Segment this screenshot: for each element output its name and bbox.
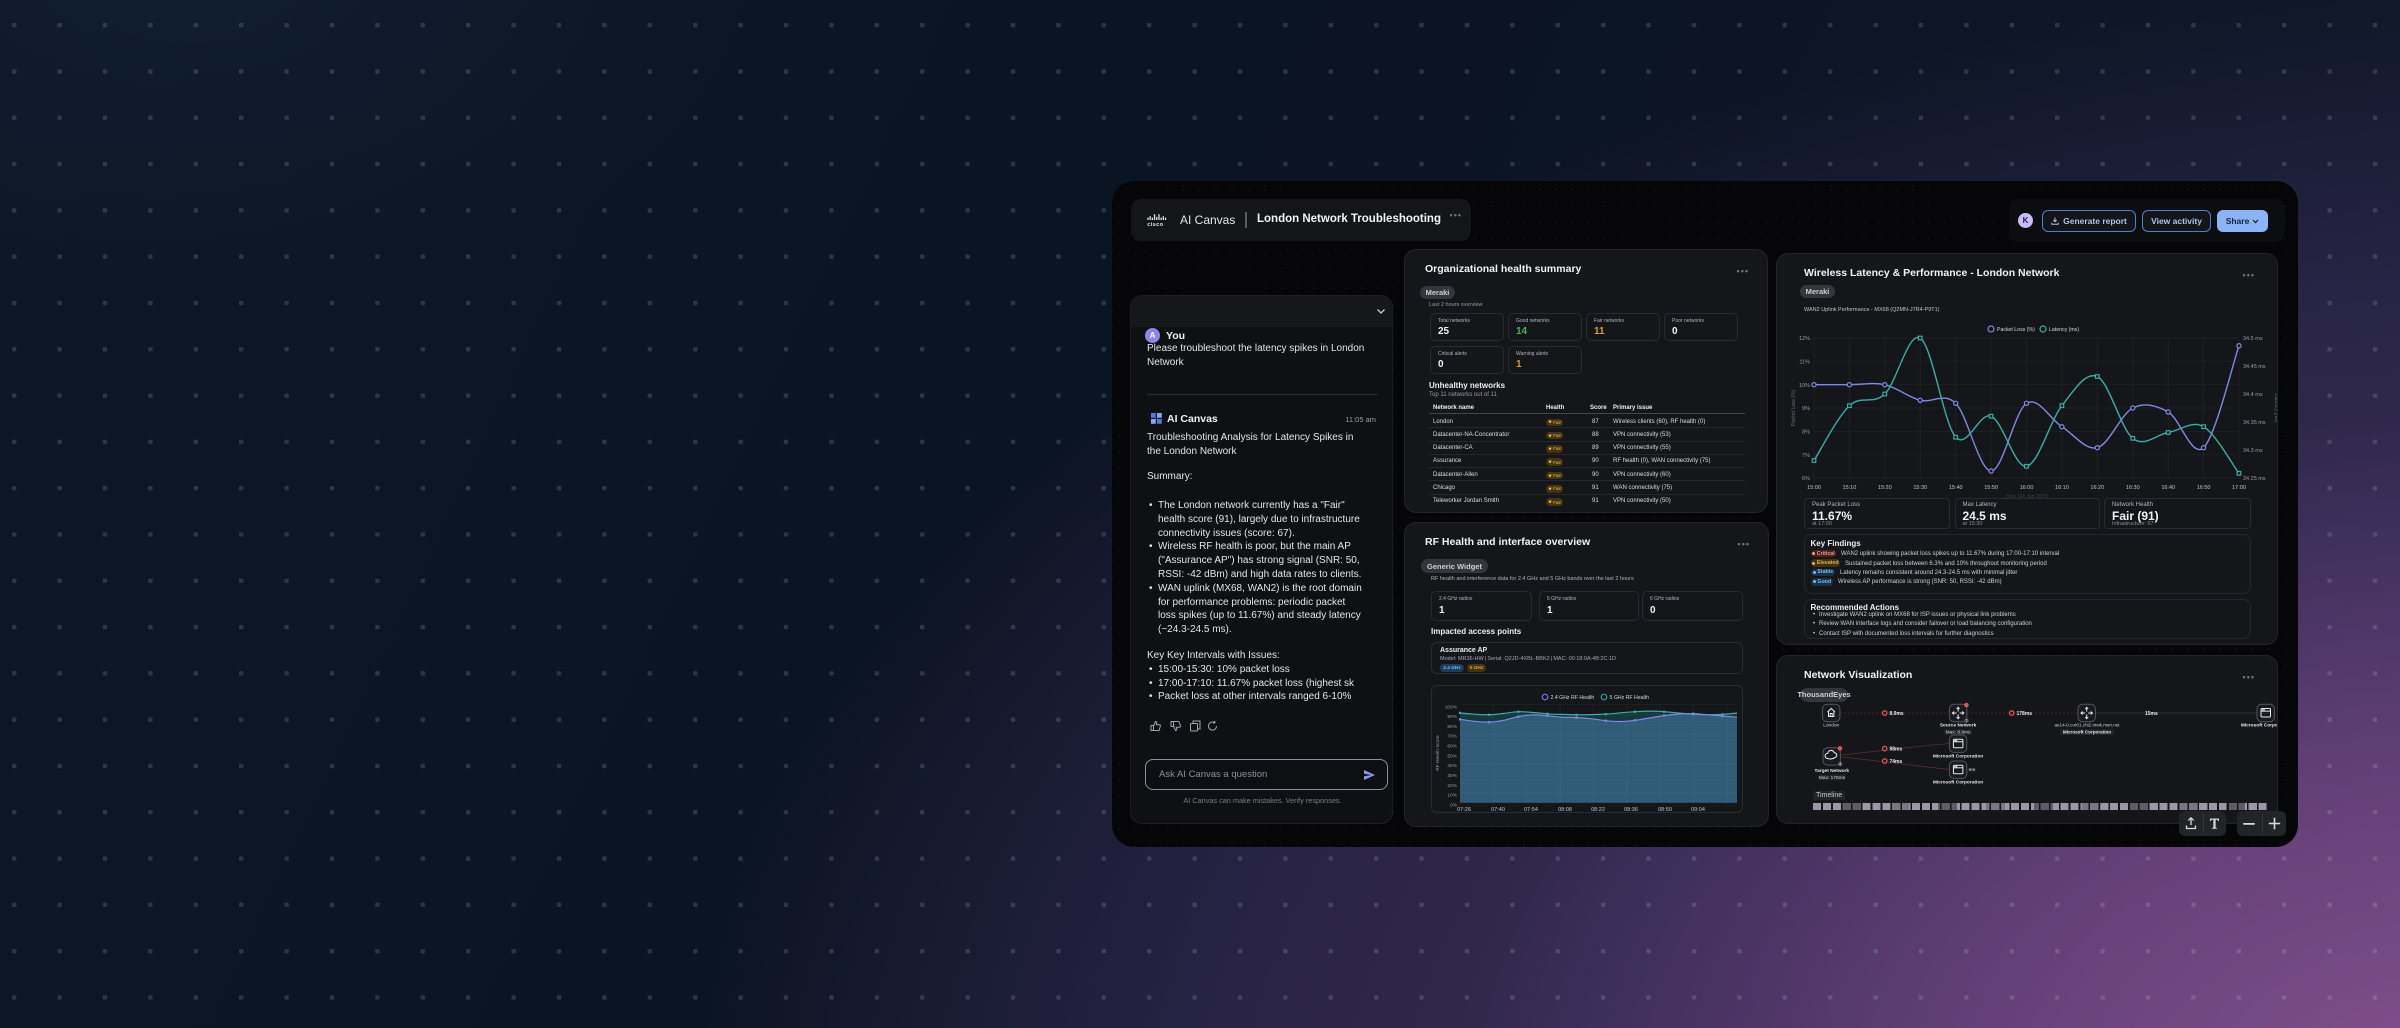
svg-text:9%: 9% xyxy=(1802,406,1810,412)
svg-text:80%: 80% xyxy=(1447,724,1457,730)
svg-text:98ms: 98ms xyxy=(1890,747,1903,753)
svg-text:8.9ms: 8.9ms xyxy=(1890,711,1904,717)
svg-text:07:54: 07:54 xyxy=(1524,807,1538,812)
svg-text:15:00: 15:00 xyxy=(1807,485,1821,491)
svg-text:50%: 50% xyxy=(1447,753,1457,759)
svg-text:16:00: 16:00 xyxy=(2020,485,2034,491)
svg-text:34.4 ms: 34.4 ms xyxy=(2243,392,2263,398)
svg-text:30%: 30% xyxy=(1447,773,1457,779)
svg-text:Source Network: Source Network xyxy=(1940,723,1977,729)
svg-text:RF Health Score: RF Health Score xyxy=(1435,735,1441,771)
svg-text:Packet Loss (%): Packet Loss (%) xyxy=(1791,389,1797,426)
svg-text:40%: 40% xyxy=(1447,763,1457,769)
svg-text:34.5 ms: 34.5 ms xyxy=(2243,336,2263,342)
svg-text:Microsoft Corporation: Microsoft Corporation xyxy=(2063,730,2111,735)
svg-text:15:50: 15:50 xyxy=(1984,485,1998,491)
svg-text:10%: 10% xyxy=(1799,383,1810,389)
svg-text:16:10: 16:10 xyxy=(2055,485,2069,491)
svg-text:34.25 ms: 34.25 ms xyxy=(2243,476,2266,482)
svg-text:90%: 90% xyxy=(1447,714,1457,720)
svg-text:17:00: 17:00 xyxy=(2232,485,2246,491)
svg-text:15:20: 15:20 xyxy=(1878,485,1892,491)
svg-text:178ms: 178ms xyxy=(2017,711,2033,717)
svg-text:ae14-0.cor01.chi2.ntwk.msn.net: ae14-0.cor01.chi2.ntwk.msn.net xyxy=(2054,723,2120,728)
svg-text:08:50: 08:50 xyxy=(1658,807,1672,812)
svg-text:16:40: 16:40 xyxy=(2161,485,2175,491)
svg-text:Max: 178ms: Max: 178ms xyxy=(1819,775,1846,781)
svg-text:Microsoft Corporation: Microsoft Corporation xyxy=(2241,723,2278,729)
svg-text:08:08: 08:08 xyxy=(1558,807,1572,812)
svg-text:Microsoft Corporation: Microsoft Corporation xyxy=(1933,753,1983,759)
svg-text:Target Network: Target Network xyxy=(1815,768,1850,774)
svg-text:Packet Loss (%): Packet Loss (%) xyxy=(1997,327,2035,333)
svg-text:7%: 7% xyxy=(1802,453,1810,459)
svg-text:Microsoft Corporation: Microsoft Corporation xyxy=(1933,779,1983,785)
svg-text:15:10: 15:10 xyxy=(1843,485,1857,491)
svg-text:15:40: 15:40 xyxy=(1949,485,1963,491)
svg-text:6%: 6% xyxy=(1802,476,1810,482)
svg-text:Latency (ms): Latency (ms) xyxy=(2273,394,2278,423)
svg-text:07:26: 07:26 xyxy=(1457,807,1471,812)
svg-text:cisco: cisco xyxy=(1147,222,1163,227)
svg-text:34.3 ms: 34.3 ms xyxy=(2243,448,2263,454)
svg-text:34.45 ms: 34.45 ms xyxy=(2243,364,2266,370)
svg-text:07:40: 07:40 xyxy=(1491,807,1505,812)
svg-text:12%: 12% xyxy=(1799,336,1810,342)
svg-text:20%: 20% xyxy=(1447,783,1457,789)
svg-text:70%: 70% xyxy=(1447,734,1457,740)
svg-text:74ms: 74ms xyxy=(1890,759,1903,765)
svg-text:ms: ms xyxy=(1969,768,1976,773)
svg-text:16:50: 16:50 xyxy=(2197,485,2211,491)
svg-text:09:04: 09:04 xyxy=(1691,807,1705,812)
svg-text:10%: 10% xyxy=(1447,793,1457,799)
svg-text:100%: 100% xyxy=(1445,704,1458,710)
svg-text:15ms: 15ms xyxy=(2145,711,2158,717)
svg-text:60%: 60% xyxy=(1447,744,1457,750)
svg-text:16:20: 16:20 xyxy=(2090,485,2104,491)
svg-text:15:30: 15:30 xyxy=(1913,485,1927,491)
svg-text:London: London xyxy=(1823,723,1839,729)
svg-text:16:30: 16:30 xyxy=(2126,485,2140,491)
svg-text:08:36: 08:36 xyxy=(1624,807,1638,812)
svg-text:11%: 11% xyxy=(1799,360,1810,366)
svg-text:8%: 8% xyxy=(1802,430,1810,436)
svg-text:08:22: 08:22 xyxy=(1591,807,1605,812)
svg-text:2.4 GHz RF Health: 2.4 GHz RF Health xyxy=(1551,695,1595,701)
svg-text:Latency (ms): Latency (ms) xyxy=(2049,327,2079,333)
svg-text:5 GHz RF Health: 5 GHz RF Health xyxy=(1610,695,1650,701)
svg-text:34.35 ms: 34.35 ms xyxy=(2243,420,2266,426)
